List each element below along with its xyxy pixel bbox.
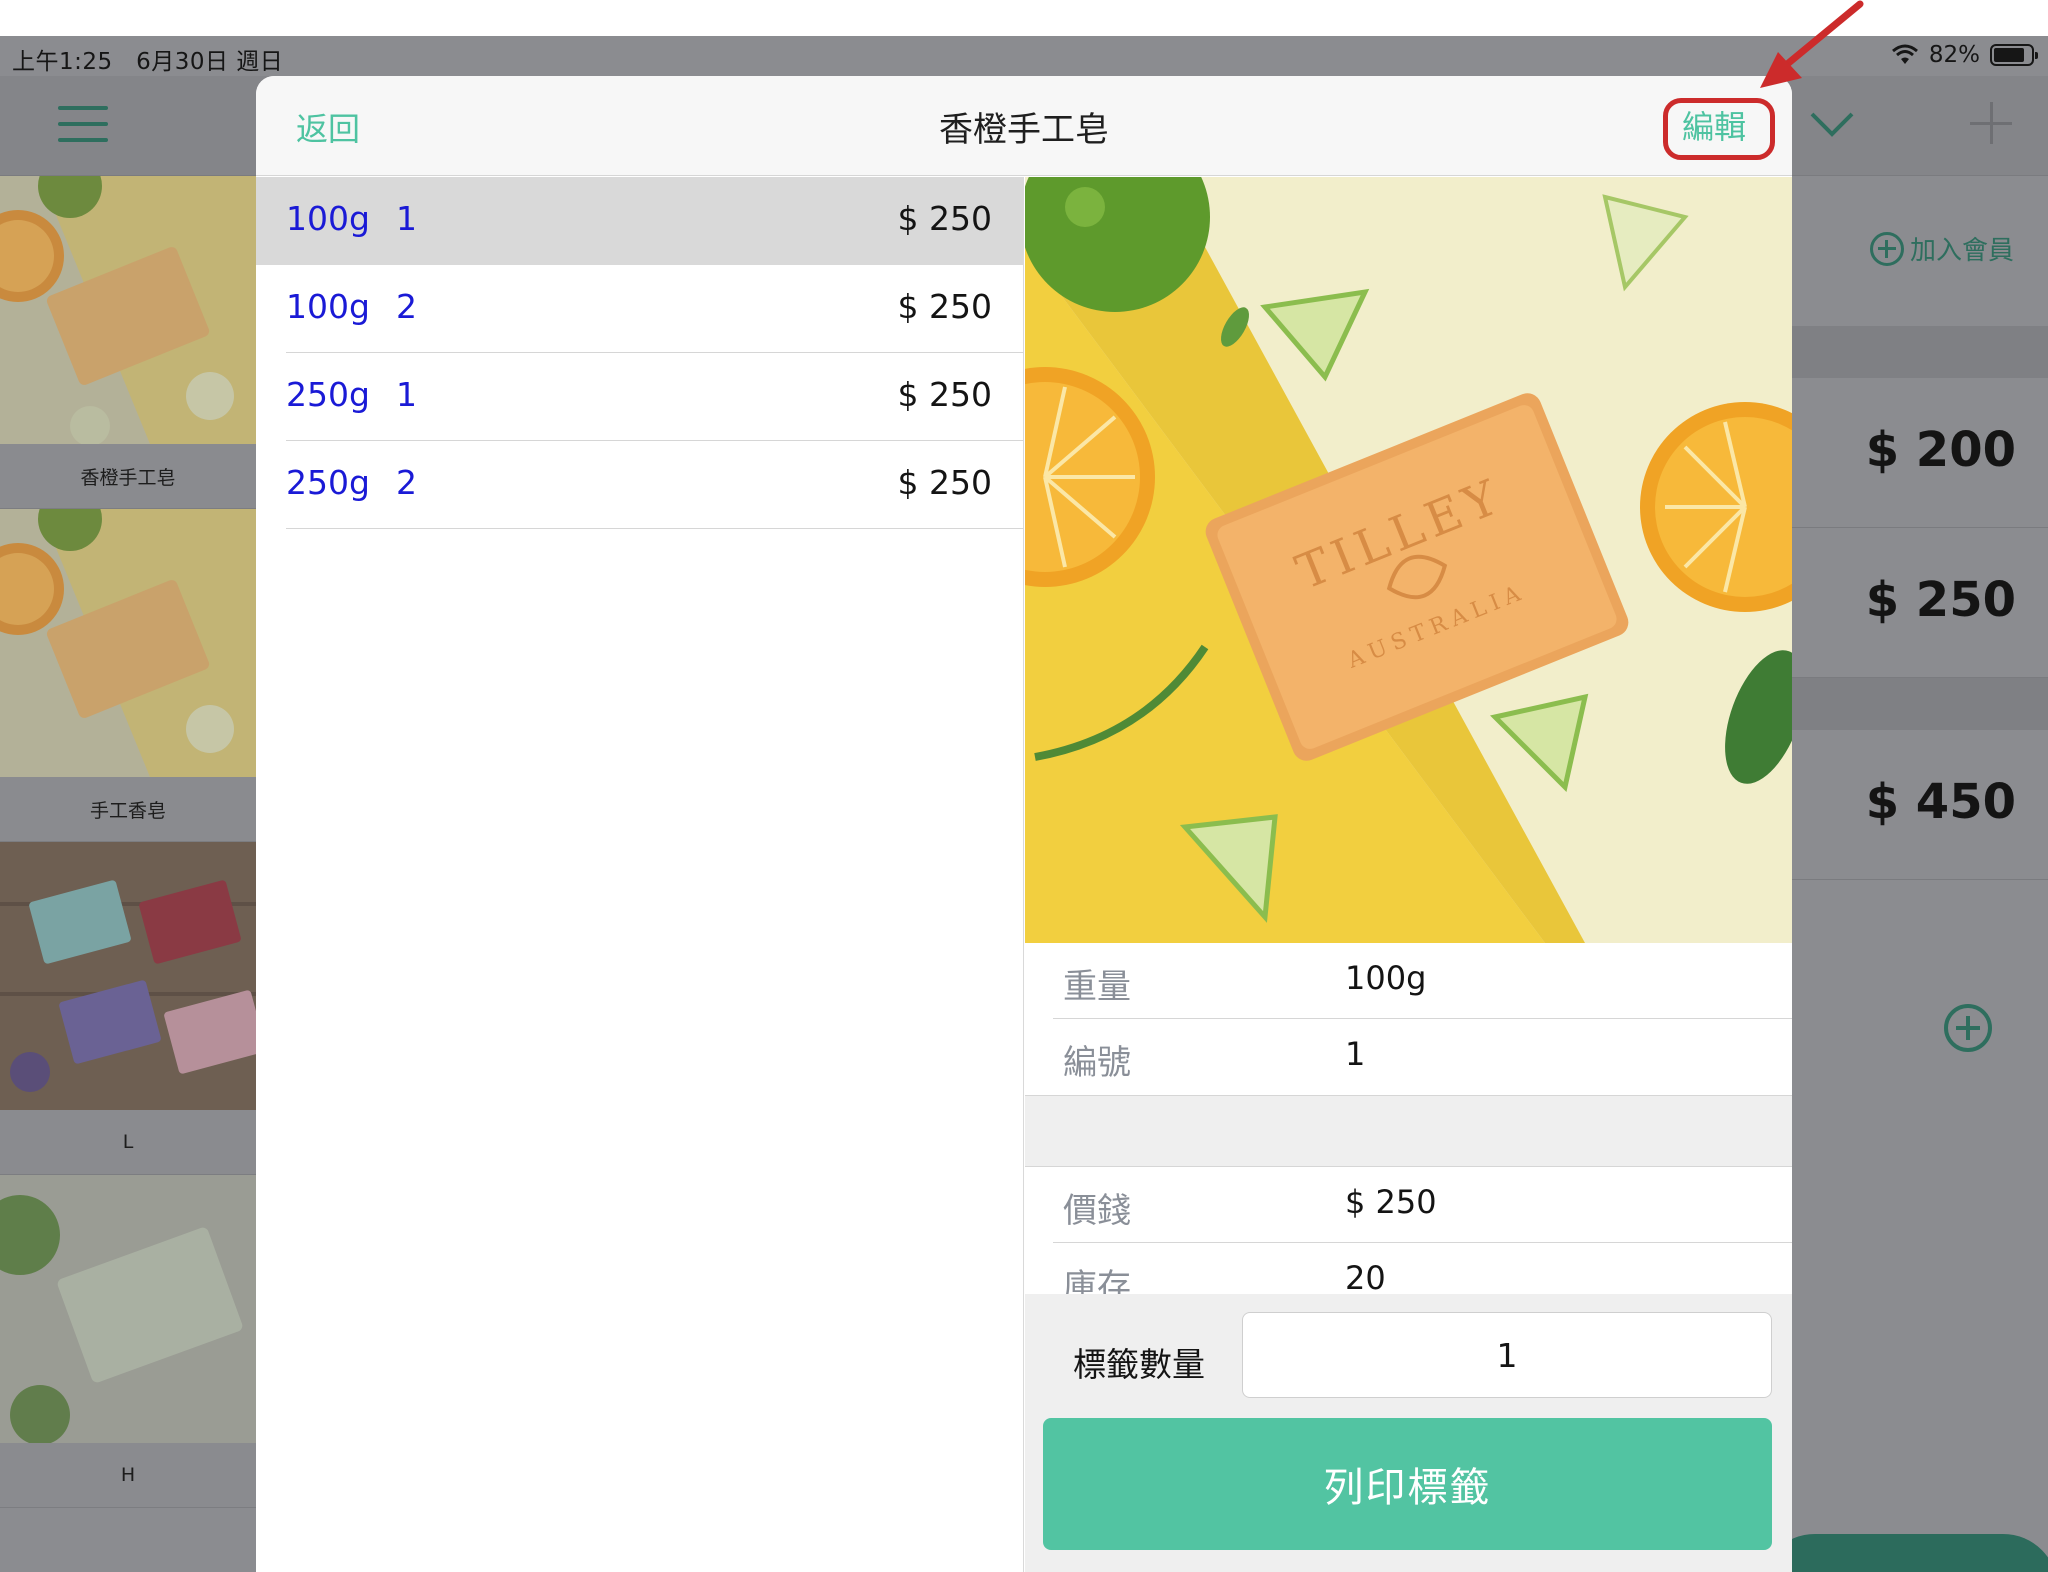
cart-line-price: $ 200 (1865, 422, 2016, 478)
variant-row[interactable]: 250g 1 $ 250 (256, 353, 1024, 441)
price-label: 價錢 (1063, 1191, 1131, 1231)
variant-price: $ 250 (897, 287, 992, 326)
product-tile-image (0, 176, 256, 444)
stock-value: 20 (1345, 1259, 1386, 1294)
variant-number: 2 (396, 287, 417, 326)
screen: 上午1:25 6月30日 週日 82% 香橙手工皂 手工香皂 L H 加入會員 … (0, 0, 2048, 1572)
section-spacer (1025, 1095, 1792, 1167)
checkout-button[interactable] (1760, 1534, 2048, 1572)
price-value: $ 250 (1345, 1183, 1437, 1221)
print-labels-button[interactable]: 列印標籤 (1043, 1418, 1772, 1550)
product-tile[interactable]: 香橙手工皂 (0, 176, 256, 509)
number-label: 編號 (1063, 1043, 1131, 1083)
variant-number: 2 (396, 463, 417, 502)
variant-weight: 100g (286, 199, 370, 238)
variant-weight: 250g (286, 463, 370, 502)
weight-value: 100g (1345, 959, 1427, 997)
variant-row[interactable]: 100g 1 $ 250 (256, 177, 1024, 265)
variant-price: $ 250 (897, 375, 992, 414)
cart-section-band (1790, 326, 2048, 378)
wifi-icon (1891, 44, 1918, 64)
add-circle-icon (1869, 231, 1904, 266)
product-tile-caption: 手工香皂 (0, 777, 256, 842)
variant-weight: 100g (286, 287, 370, 326)
status-date: 6月30日 週日 (136, 49, 284, 75)
product-tile-image (0, 1175, 256, 1443)
product-tile-caption: 香橙手工皂 (0, 444, 256, 509)
product-photo: TILLEY AUSTRALIA (1025, 177, 1792, 943)
variant-number: 1 (396, 199, 417, 238)
cart-section-band (1790, 678, 2048, 730)
product-tile[interactable]: H (0, 1175, 256, 1508)
cart-total-row: $ 450 (1790, 730, 2048, 880)
cart-line-price: $ 250 (1865, 572, 2016, 628)
battery-icon (1990, 44, 2038, 66)
cart-total-price: $ 450 (1865, 774, 2016, 830)
label-quantity-label: 標籤數量 (1073, 1345, 1205, 1384)
chevron-down-icon[interactable] (1808, 104, 1856, 144)
modal-title: 香橙手工皂 (939, 110, 1109, 150)
number-value: 1 (1345, 1035, 1366, 1073)
product-tile-caption: H (0, 1443, 256, 1508)
cart-panel: 加入會員 $ 200 $ 250 $ 450 (1760, 176, 2048, 1572)
detail-row-weight: 重量 100g (1025, 943, 1792, 1019)
product-tile-image (0, 842, 256, 1110)
weight-label: 重量 (1063, 967, 1131, 1007)
cart-line[interactable]: $ 200 (1790, 378, 2048, 528)
status-right: 82% (1891, 42, 2038, 68)
add-member-label: 加入會員 (1909, 236, 2014, 266)
stock-label: 庫存 (1063, 1267, 1131, 1294)
annotation-arrow-icon (1760, 0, 1864, 88)
cart-line[interactable]: $ 250 (1790, 528, 2048, 678)
variant-price: $ 250 (897, 463, 992, 502)
hamburger-icon[interactable] (58, 106, 108, 142)
row-divider (286, 528, 1024, 529)
status-time-text: 上午1:25 (12, 49, 113, 75)
product-detail-modal: 返回 香橙手工皂 編輯 100g 1 $ 250 100g 2 $ 250 25… (256, 76, 1792, 1572)
add-member-button[interactable]: 加入會員 (1869, 230, 2014, 267)
variant-weight: 250g (286, 375, 370, 414)
label-quantity-input[interactable]: 1 (1242, 1312, 1772, 1398)
status-time: 上午1:25 6月30日 週日 (12, 42, 283, 76)
product-tile-image (0, 509, 256, 777)
variant-list: 100g 1 $ 250 100g 2 $ 250 250g 1 $ 250 2… (256, 177, 1024, 1572)
member-row: 加入會員 (1790, 176, 2048, 326)
variant-number: 1 (396, 375, 417, 414)
print-panel: 標籤數量 1 列印標籤 (1025, 1294, 1792, 1572)
battery-percent: 82% (1928, 42, 1980, 68)
detail-row-stock: 庫存 20 (1025, 1243, 1792, 1294)
product-tile-caption: L (0, 1110, 256, 1175)
variant-detail: TILLEY AUSTRALIA 重量 100g 編號 1 價錢 $ 250 庫… (1025, 177, 1792, 1572)
modal-nav-bar: 返回 香橙手工皂 編輯 (256, 76, 1792, 176)
battery-level (1994, 48, 2024, 62)
plus-icon[interactable] (1970, 102, 2012, 144)
add-item-icon[interactable] (1944, 1004, 1992, 1052)
variant-row[interactable]: 100g 2 $ 250 (256, 265, 1024, 353)
detail-row-number: 編號 1 (1025, 1019, 1792, 1095)
product-tile[interactable]: L (0, 842, 256, 1175)
detail-row-price: 價錢 $ 250 (1025, 1167, 1792, 1243)
variant-price: $ 250 (897, 199, 992, 238)
variant-row[interactable]: 250g 2 $ 250 (256, 441, 1024, 529)
product-grid: 香橙手工皂 手工香皂 L H (0, 176, 256, 1572)
product-tile[interactable]: 手工香皂 (0, 509, 256, 842)
